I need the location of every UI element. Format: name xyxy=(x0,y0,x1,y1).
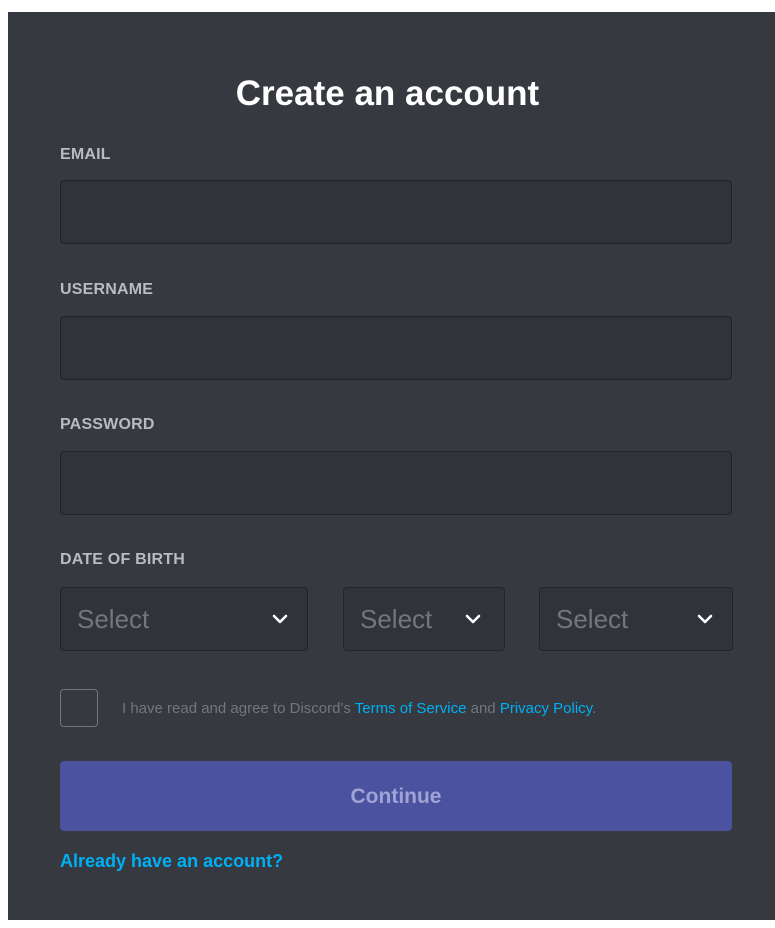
continue-button[interactable]: Continue xyxy=(60,761,732,831)
month-select[interactable]: Select xyxy=(60,587,308,651)
privacy-policy-link[interactable]: Privacy Policy xyxy=(500,700,592,717)
username-label: USERNAME xyxy=(60,281,154,298)
month-select-placeholder: Select xyxy=(77,604,150,634)
terms-checkbox[interactable] xyxy=(60,689,98,727)
terms-of-service-link[interactable]: Terms of Service xyxy=(355,700,467,717)
day-select-placeholder: Select xyxy=(360,604,433,634)
terms-prefix: I have read and agree to Discord's xyxy=(122,700,355,717)
day-select[interactable]: Select xyxy=(343,587,505,651)
terms-suffix: . xyxy=(592,700,597,717)
password-label: PASSWORD xyxy=(60,416,155,433)
password-field[interactable] xyxy=(60,451,732,515)
email-field[interactable] xyxy=(60,180,732,244)
login-link[interactable]: Already have an account? xyxy=(60,850,283,872)
year-select[interactable]: Select xyxy=(539,587,733,651)
chevron-down-icon xyxy=(272,614,288,624)
email-label: EMAIL xyxy=(60,146,111,163)
terms-agreement-text: I have read and agree to Discord's Terms… xyxy=(122,699,596,719)
year-select-placeholder: Select xyxy=(556,604,629,634)
date-of-birth-label: DATE OF BIRTH xyxy=(60,551,185,568)
terms-middle: and xyxy=(466,700,500,717)
page-title: Create an account xyxy=(235,74,540,113)
chevron-down-icon xyxy=(465,614,481,624)
chevron-down-icon xyxy=(697,614,713,624)
username-field[interactable] xyxy=(60,316,732,380)
register-card: Create an account EMAIL USERNAME PASSWOR… xyxy=(8,12,775,920)
